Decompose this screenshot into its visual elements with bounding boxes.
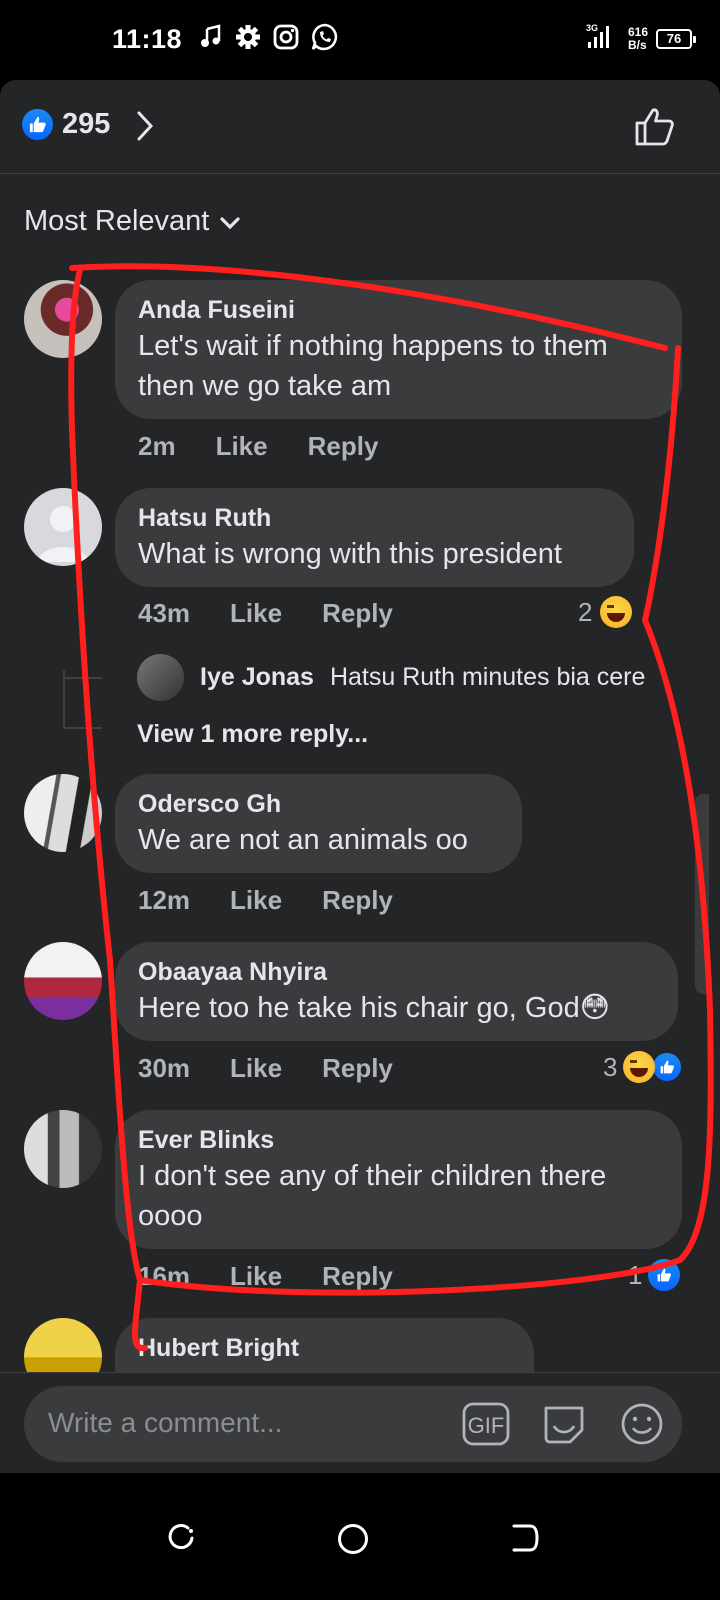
- scroll-handle[interactable]: [695, 794, 709, 994]
- haha-emoji-icon: [623, 1051, 656, 1083]
- reply-button[interactable]: Reply: [322, 1261, 393, 1292]
- comment-bubble[interactable]: Obaayaa Nhyira Here too he take his chai…: [115, 942, 678, 1041]
- reaction-summary[interactable]: 1: [628, 1259, 681, 1291]
- comment-bubble[interactable]: Hatsu Ruth What is wrong with this presi…: [115, 488, 634, 587]
- status-time: 11:18: [112, 24, 183, 54]
- reply-thread-line: [63, 670, 102, 729]
- reply-button[interactable]: Reply: [308, 431, 379, 462]
- thumbs-up-outline-icon[interactable]: [634, 106, 676, 153]
- reply-author[interactable]: Iye Jonas: [200, 663, 314, 692]
- avatar[interactable]: [24, 1110, 102, 1188]
- back-icon[interactable]: [510, 1523, 540, 1558]
- comment-actions: 2m Like Reply: [138, 431, 418, 462]
- comment-author[interactable]: Hatsu Ruth: [138, 502, 610, 534]
- reaction-summary[interactable]: 3: [603, 1051, 684, 1083]
- like-emoji-icon: [648, 1259, 681, 1291]
- like-button[interactable]: Like: [230, 598, 282, 629]
- reaction-count: 1: [628, 1259, 643, 1290]
- network-speed-value: 616: [627, 24, 648, 39]
- comment-actions: 43m Like Reply: [138, 598, 433, 629]
- like-button[interactable]: Like: [230, 1261, 282, 1292]
- reply-preview[interactable]: Iye Jonas Hatsu Ruth minutes bia cere: [137, 654, 647, 701]
- reply-button[interactable]: Reply: [322, 598, 393, 629]
- comment-text-line: I don't see any of their children there: [138, 1160, 607, 1192]
- comment-author[interactable]: Hubert Bright: [138, 1332, 510, 1364]
- system-nav-bar: [0, 1473, 720, 1600]
- comment-text-line: What is wrong with this president: [138, 538, 562, 570]
- status-bar: 11:18 3G 616 B/s 76: [0, 0, 720, 80]
- sort-label: Most Relevant: [24, 205, 210, 237]
- avatar[interactable]: [24, 942, 102, 1020]
- avatar[interactable]: [24, 774, 102, 852]
- comment-actions: 16m Like Reply: [138, 1261, 433, 1292]
- whatsapp-icon: [310, 22, 340, 52]
- comment-text-line: We are not an animals oo: [138, 824, 468, 856]
- comment-timestamp: 12m: [138, 885, 191, 915]
- comments-sheet: 295 Most Relevant Anda Fuseini Let's wai…: [0, 80, 720, 1473]
- reaction-summary[interactable]: 2: [578, 596, 633, 628]
- like-reaction-icon: [22, 109, 53, 140]
- comment-timestamp: 16m: [138, 1261, 191, 1291]
- gif-icon[interactable]: GIF: [462, 1402, 510, 1451]
- reply-button[interactable]: Reply: [322, 1053, 393, 1084]
- comment-actions: 30m Like Reply: [138, 1053, 433, 1084]
- battery-icon: 76: [656, 28, 696, 49]
- comment-text-line: Let's wait if nothing happens to them: [138, 330, 608, 362]
- reply-button[interactable]: Reply: [322, 885, 393, 916]
- comment-timestamp: 43m: [138, 598, 191, 628]
- comment-timestamp: 30m: [138, 1053, 191, 1083]
- view-more-replies-link[interactable]: View 1 more reply...: [137, 720, 368, 749]
- comment-text-line: then we go take am: [138, 370, 392, 402]
- comment-timestamp: 2m: [138, 431, 176, 461]
- gif-label: GIF: [468, 1413, 505, 1438]
- avatar[interactable]: [24, 488, 102, 566]
- recent-apps-icon[interactable]: [166, 1523, 196, 1558]
- comment-actions: 12m Like Reply: [138, 885, 433, 916]
- reactions-header: 295: [0, 80, 720, 174]
- comment-input-placeholder: Write a comment...: [48, 1407, 283, 1438]
- comment-input[interactable]: Write a comment... GIF: [24, 1386, 682, 1462]
- reaction-count: 3: [603, 1051, 618, 1082]
- like-button[interactable]: Like: [216, 431, 268, 462]
- comment-composer-bar: Write a comment... GIF: [0, 1372, 720, 1473]
- music-note-icon: [198, 24, 224, 50]
- comment-bubble[interactable]: Anda Fuseini Let's wait if nothing happe…: [115, 280, 682, 419]
- like-button[interactable]: Like: [230, 1053, 282, 1084]
- instagram-icon: [272, 23, 300, 51]
- chevron-right-icon[interactable]: [135, 110, 155, 147]
- home-icon[interactable]: [337, 1523, 369, 1560]
- comment-bubble[interactable]: Odersco Gh We are not an animals oo: [115, 774, 522, 873]
- comment-author[interactable]: Ever Blinks: [138, 1124, 658, 1156]
- status-right-indicators: 3G 616 B/s 76: [586, 22, 696, 55]
- battery-level: 76: [666, 31, 682, 46]
- chevron-down-icon: [219, 205, 241, 238]
- network-speed: 616 B/s: [627, 24, 648, 52]
- haha-emoji-icon: [600, 596, 633, 628]
- comment-author[interactable]: Obaayaa Nhyira: [138, 956, 654, 988]
- gear-icon: [234, 23, 262, 51]
- comment-bubble[interactable]: Ever Blinks I don't see any of their chi…: [115, 1110, 682, 1249]
- avatar[interactable]: [24, 280, 102, 358]
- comment-text-line: Here too he take his chair go, God😳: [138, 992, 610, 1024]
- comment-author[interactable]: Anda Fuseini: [138, 294, 658, 326]
- sort-dropdown[interactable]: Most Relevant: [24, 205, 241, 238]
- reaction-count: 2: [578, 596, 593, 627]
- network-type: 3G: [586, 23, 598, 33]
- status-notification-icons: [198, 22, 340, 52]
- reaction-count[interactable]: 295: [62, 108, 110, 141]
- comment-text-line: oooo: [138, 1200, 203, 1232]
- avatar[interactable]: [137, 654, 184, 701]
- like-emoji-icon: [651, 1051, 684, 1083]
- sticker-icon[interactable]: [540, 1402, 588, 1451]
- signal-icon: 3G: [586, 22, 620, 55]
- network-speed-unit: B/s: [627, 37, 647, 52]
- comment-author[interactable]: Odersco Gh: [138, 788, 498, 820]
- like-button[interactable]: Like: [230, 885, 282, 916]
- emoji-icon[interactable]: [620, 1402, 664, 1451]
- reply-text: Hatsu Ruth minutes bia cere: [329, 663, 646, 691]
